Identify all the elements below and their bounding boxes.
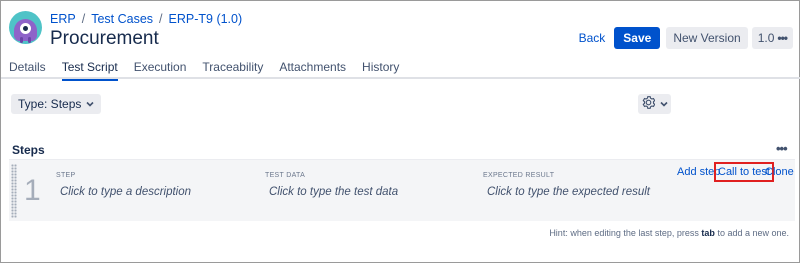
- new-version-button[interactable]: New Version: [666, 27, 748, 49]
- test-data-column-label: TEST DATA: [265, 172, 306, 179]
- breadcrumb-test-cases[interactable]: Test Cases: [91, 12, 153, 26]
- expected-result-field[interactable]: Click to type the expected result: [487, 186, 650, 198]
- drag-handle-icon[interactable]: [11, 164, 17, 218]
- settings-dropdown-button[interactable]: [638, 94, 671, 114]
- chevron-down-icon: [86, 99, 94, 109]
- test-data-field[interactable]: Click to type the test data: [269, 186, 398, 198]
- chevron-down-icon: [659, 99, 668, 109]
- gear-icon: [642, 96, 655, 112]
- step-description-field[interactable]: Click to type a description: [60, 186, 191, 198]
- tab-details[interactable]: Details: [1, 53, 54, 79]
- project-avatar: [9, 11, 42, 44]
- hint-prefix: Hint: when editing the last step, press: [549, 228, 699, 238]
- tab-bar: Details Test Script Execution Traceabili…: [1, 53, 800, 81]
- step-number: 1: [24, 174, 41, 207]
- tab-test-script[interactable]: Test Script: [54, 53, 126, 81]
- clone-link[interactable]: Clone: [765, 166, 794, 178]
- breadcrumb-separator: /: [159, 12, 163, 26]
- tab-history[interactable]: History: [354, 53, 407, 79]
- steps-more-icon[interactable]: •••: [776, 141, 788, 156]
- header-actions: Back Save New Version 1.0 •••: [579, 27, 793, 49]
- version-dropdown[interactable]: 1.0 •••: [751, 27, 793, 49]
- type-select[interactable]: Type: Steps: [11, 94, 102, 114]
- back-button[interactable]: Back: [579, 31, 606, 45]
- steps-heading: Steps: [12, 143, 45, 157]
- type-select-label: Type: Steps: [18, 97, 82, 111]
- hint-suffix: to add a new one.: [717, 228, 789, 238]
- expected-result-column-label: EXPECTED RESULT: [483, 172, 555, 179]
- tab-traceability[interactable]: Traceability: [194, 53, 271, 79]
- breadcrumb-separator: /: [81, 12, 86, 26]
- more-icon: •••: [777, 31, 788, 45]
- version-label: 1.0: [757, 31, 775, 45]
- hint-key: tab: [701, 228, 715, 238]
- save-button[interactable]: Save: [614, 27, 661, 49]
- hint-text: Hint: when editing the last step, press …: [549, 228, 789, 238]
- tab-execution[interactable]: Execution: [126, 53, 195, 79]
- test-case-window: ERP / Test Cases / ERP-T9 (1.0) Procurement …: [0, 0, 800, 263]
- tab-attachments[interactable]: Attachments: [271, 53, 354, 79]
- script-toolbar: Type: Steps: [1, 79, 800, 119]
- page-header: ERP / Test Cases / ERP-T9 (1.0) Procurement …: [9, 9, 793, 49]
- step-column-label: STEP: [56, 172, 76, 179]
- breadcrumb: ERP / Test Cases / ERP-T9 (1.0): [50, 12, 242, 26]
- breadcrumb-test-case-key[interactable]: ERP-T9 (1.0): [169, 12, 243, 26]
- breadcrumb-project[interactable]: ERP: [50, 12, 76, 26]
- step-row: 1 STEP Click to type a description TEST …: [9, 159, 795, 221]
- page-title: Procurement: [50, 28, 159, 49]
